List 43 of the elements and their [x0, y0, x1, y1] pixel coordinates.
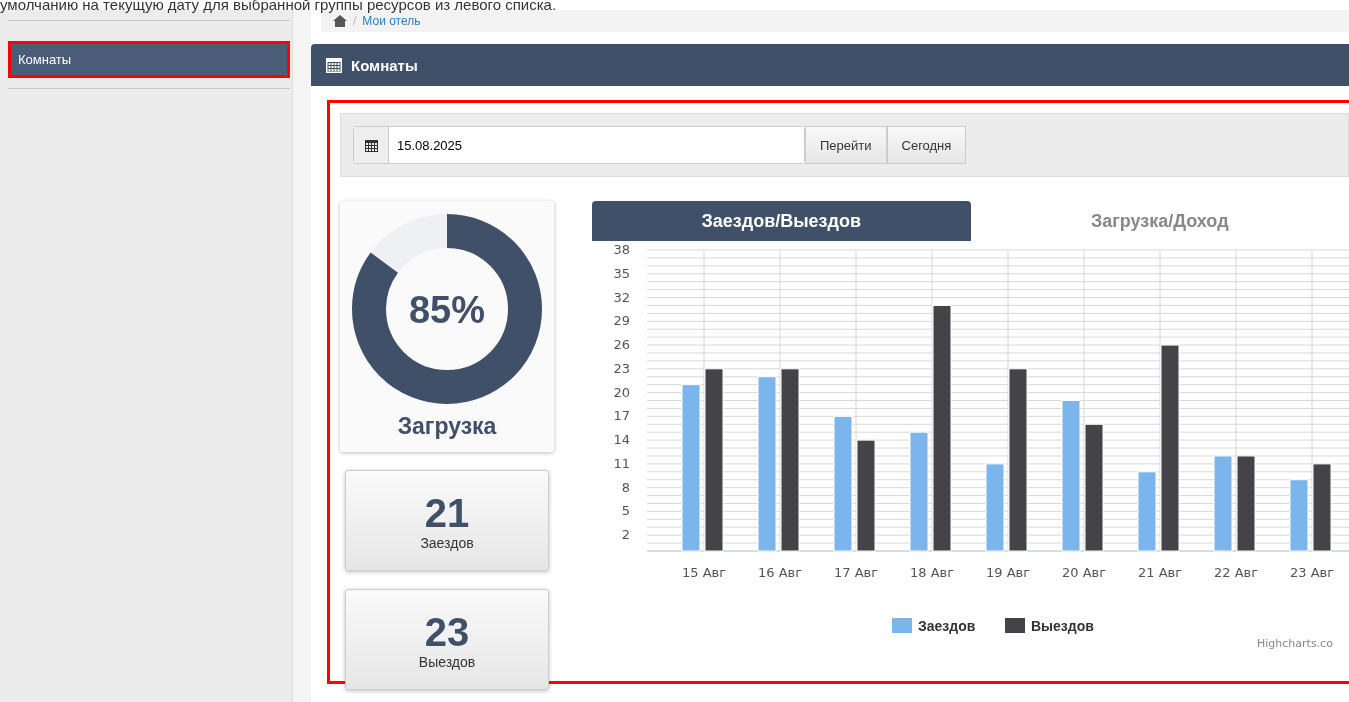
occupancy-label: Загрузка	[397, 413, 497, 440]
y-tick-label: 5	[621, 503, 630, 519]
y-tick-label: 20	[613, 384, 630, 400]
sidebar-item[interactable]: Комнаты	[8, 41, 290, 78]
y-tick-label: 17	[613, 408, 630, 424]
x-tick-label: 19 Авг	[985, 565, 1031, 580]
chart-credit[interactable]: Highcharts.co	[1257, 637, 1333, 650]
x-tick-label: 20 Авг	[1061, 565, 1107, 580]
legend-label[interactable]: Выездов	[1031, 618, 1094, 634]
occupancy-value: 85%	[408, 289, 486, 331]
calendar-icon	[364, 138, 378, 152]
x-tick-label: 21 Авг	[1137, 565, 1183, 580]
y-tick-label: 8	[621, 479, 630, 495]
date-field[interactable]: 15.08.2025	[353, 126, 805, 164]
y-tick-label: 32	[613, 289, 630, 305]
home-icon[interactable]	[333, 15, 347, 27]
y-tick-label: 38	[613, 242, 630, 257]
y-tick-label: 2	[621, 527, 630, 543]
stat-label: Заездов	[420, 534, 474, 551]
x-tick-label: 17 Авг	[833, 565, 879, 580]
x-tick-label: 22 Авг	[1213, 565, 1259, 580]
y-tick-label: 26	[613, 337, 630, 353]
x-tick-label: 16 Авг	[757, 565, 803, 580]
y-tick-label: 35	[613, 265, 630, 281]
chart-tab[interactable]: Загрузка/Доход	[970, 201, 1349, 241]
x-tick-label: 23 Авг	[1289, 565, 1335, 580]
breadcrumb-separator: /	[353, 14, 357, 28]
stat-label: Выездов	[418, 653, 476, 670]
panel-title: Комнаты	[351, 56, 418, 74]
toolbar-button[interactable]: Сегодня	[886, 126, 967, 164]
x-tick-label: 15 Авг	[681, 565, 727, 580]
x-tick-label: 18 Авг	[909, 565, 955, 580]
y-tick-label: 14	[613, 432, 630, 448]
stat-value: 23	[424, 609, 470, 654]
calendar-icon	[325, 56, 343, 74]
toolbar-button[interactable]: Перейти	[805, 126, 887, 164]
chart-tab[interactable]: Заездов/Выездов	[592, 201, 971, 241]
y-tick-label: 11	[613, 455, 630, 471]
y-tick-label: 29	[613, 313, 630, 329]
breadcrumb-link[interactable]: Мои отель	[362, 14, 421, 28]
stat-value: 21	[424, 490, 470, 535]
legend-label[interactable]: Заездов	[918, 618, 976, 634]
y-tick-label: 23	[613, 360, 630, 376]
